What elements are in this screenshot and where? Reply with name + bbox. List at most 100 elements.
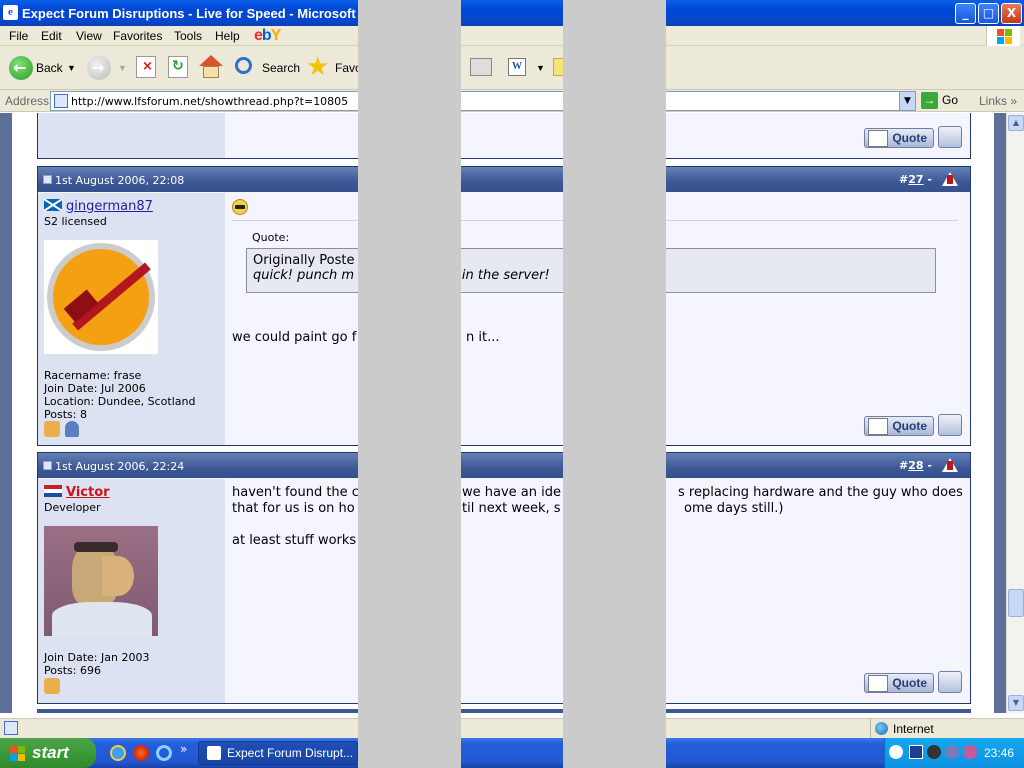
post-message: we could paint go f <box>232 330 356 345</box>
user-title: S2 licensed <box>44 215 107 228</box>
address-input[interactable]: http://www.lfsforum.net/showthread.php?t… <box>50 91 916 111</box>
screen: e Expect Forum Disruptions - Live for Sp… <box>0 0 1024 768</box>
forum-post: 1st August 2006, 22:24 #28 - Victor Deve… <box>37 452 971 704</box>
back-arrow-icon[interactable]: ← <box>9 56 33 80</box>
report-post-icon[interactable] <box>942 172 958 186</box>
toolbar: ← Back ▼ → ▼ × ↻ Search ★ Favo W ▼ <box>0 46 1024 90</box>
search-icon[interactable] <box>235 57 252 74</box>
edit-post-button[interactable] <box>938 126 962 148</box>
title-bar[interactable]: e Expect Forum Disruptions - Live for Sp… <box>0 0 1024 26</box>
tray-expand-icon[interactable] <box>889 745 903 759</box>
scroll-down-icon[interactable]: ▼ <box>1008 695 1024 711</box>
links-button[interactable]: Links » <box>979 94 1017 108</box>
quote-paper-icon <box>868 418 888 435</box>
menu-file[interactable]: File <box>9 29 28 43</box>
page-viewport: Quote 1st August 2006, 22:08 #27 - ginge… <box>0 113 1006 713</box>
security-zone: Internet <box>893 722 934 736</box>
gray-overlay-bar <box>563 0 666 768</box>
scotland-flag-icon <box>44 199 62 211</box>
home-icon[interactable] <box>199 55 223 79</box>
post-icon <box>43 461 52 470</box>
ebay-logo[interactable]: ebY <box>254 27 281 45</box>
forward-arrow-icon[interactable]: → <box>87 56 111 80</box>
next-post-header <box>37 709 971 713</box>
search-button[interactable]: Search <box>262 54 300 82</box>
ie-icon: e <box>3 5 18 20</box>
taskbar: start » Expect Forum Disrupt... 23:46 <box>0 738 1024 768</box>
post-header: 1st August 2006, 22:24 #28 - <box>38 453 970 478</box>
quote-button-label: Quote <box>892 676 927 690</box>
post-number-link[interactable]: 27 <box>908 173 923 186</box>
menu-edit[interactable]: Edit <box>41 29 62 43</box>
window-title: Expect Forum Disruptions - Live for Spee… <box>22 6 363 21</box>
status-bar: Internet <box>0 718 1024 738</box>
post-user-panel: gingerman87 S2 licensed Racername: frase… <box>38 193 225 445</box>
start-button[interactable]: start <box>0 738 96 768</box>
post-user-panel: Victor Developer Join Date: Jan 2003 Pos… <box>38 479 225 703</box>
print-icon[interactable] <box>470 58 492 76</box>
quicklaunch-more-icon[interactable]: » <box>180 742 187 756</box>
post-date: 1st August 2006, 22:24 <box>55 460 185 473</box>
edit-post-button[interactable] <box>938 671 962 693</box>
post-number-link[interactable]: 28 <box>908 459 923 472</box>
previous-post-left-panel <box>38 113 225 158</box>
post-icon <box>43 175 52 184</box>
close-button[interactable]: X <box>1001 3 1022 24</box>
refresh-icon[interactable]: ↻ <box>168 56 188 78</box>
go-arrow-icon: → <box>921 92 938 109</box>
quote-button[interactable]: Quote <box>864 673 934 693</box>
username-link[interactable]: Victor <box>66 485 110 500</box>
award-icon <box>44 421 60 437</box>
back-button[interactable]: Back <box>36 54 63 82</box>
quote-button[interactable]: Quote <box>864 416 934 436</box>
tray-app-icon[interactable] <box>909 745 923 759</box>
quicklaunch-ie-icon[interactable] <box>110 745 126 761</box>
taskbar-item-ie-window[interactable]: Expect Forum Disrupt... <box>198 741 358 765</box>
edit-dropdown-icon[interactable]: ▼ <box>536 54 545 82</box>
quote-button-label: Quote <box>892 131 927 145</box>
post-message-part-1: we could paint go f <box>232 330 357 345</box>
edit-word-icon[interactable]: W <box>508 58 526 76</box>
tray-messenger-icon[interactable] <box>963 745 977 759</box>
menu-view[interactable]: View <box>76 29 102 43</box>
menu-favorites[interactable]: Favorites <box>113 29 162 43</box>
avatar[interactable] <box>44 240 158 354</box>
go-button[interactable]: → Go <box>921 92 958 109</box>
windows-logo-icon <box>986 26 1020 46</box>
award-icon <box>44 678 60 694</box>
post-line-1-c: s replacing hardware and the guy who doe… <box>678 485 963 500</box>
menu-bar: File Edit View Favorites Tools Help ebY <box>0 26 1024 46</box>
quicklaunch-app-icon[interactable] <box>156 745 172 761</box>
post-number: #28 - <box>899 459 932 472</box>
address-dropdown-icon[interactable]: ▼ <box>899 92 915 110</box>
menu-tools[interactable]: Tools <box>174 29 202 43</box>
minimize-button[interactable]: _ <box>955 3 976 24</box>
vertical-scrollbar[interactable]: ▲ ▼ <box>1006 113 1024 713</box>
avatar[interactable] <box>44 526 158 636</box>
scroll-thumb[interactable] <box>1008 589 1024 617</box>
tray-speaker-icon[interactable] <box>927 745 941 759</box>
post-line-3: at least stuff works <box>232 533 357 548</box>
user-icon <box>65 421 79 437</box>
report-post-icon[interactable] <box>942 458 958 472</box>
maximize-button[interactable]: □ <box>978 3 999 24</box>
clock: 23:46 <box>984 746 1015 760</box>
back-dropdown-icon[interactable]: ▼ <box>67 54 76 82</box>
quote-button[interactable]: Quote <box>864 128 934 148</box>
quicklaunch-firefox-icon[interactable] <box>133 745 149 761</box>
tray-network-icon[interactable] <box>945 745 959 759</box>
username-link[interactable]: gingerman87 <box>66 199 153 214</box>
scroll-up-icon[interactable]: ▲ <box>1008 115 1024 131</box>
post-number-sep: - <box>927 459 932 472</box>
post-number-sep: - <box>927 173 932 186</box>
page-status-icon <box>4 721 18 735</box>
quote-label: Quote: <box>252 231 290 244</box>
forward-dropdown-icon[interactable]: ▼ <box>118 54 127 82</box>
edit-post-button[interactable] <box>938 414 962 436</box>
menu-help[interactable]: Help <box>215 29 240 43</box>
user-location: Location: Dundee, Scotland <box>44 395 196 408</box>
stop-icon[interactable]: × <box>136 56 156 78</box>
favorites-star-icon[interactable]: ★ <box>306 52 329 82</box>
links-label: Links <box>979 94 1008 108</box>
address-url: http://www.lfsforum.net/showthread.php?t… <box>71 95 349 108</box>
